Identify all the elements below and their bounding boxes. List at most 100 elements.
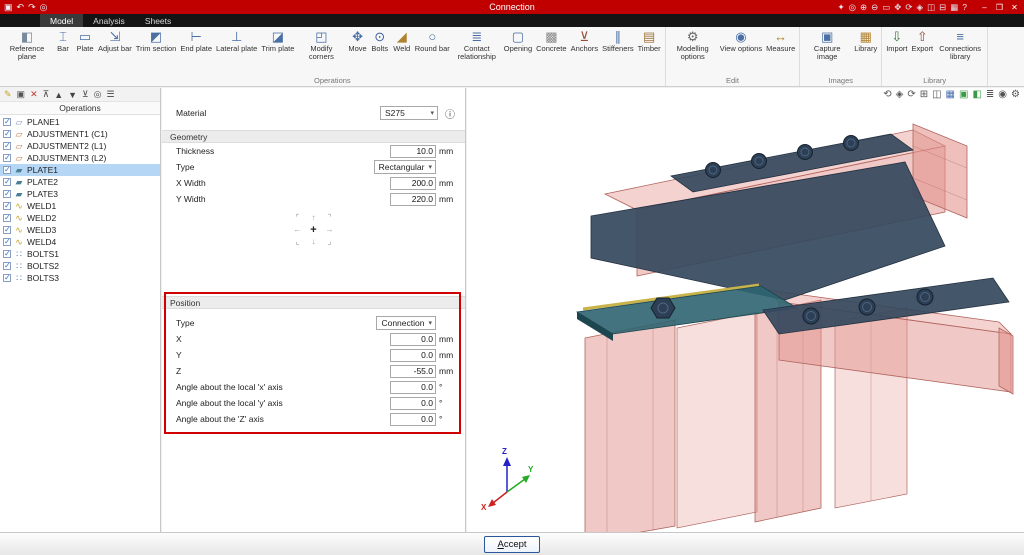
- rotate-view-icon[interactable]: ⟳: [907, 89, 915, 100]
- view-cube-icon[interactable]: ◈: [917, 2, 924, 13]
- search-icon[interactable]: ◎: [849, 2, 856, 13]
- checkbox-plate3[interactable]: [3, 190, 11, 198]
- move-down-icon[interactable]: ▼: [68, 90, 77, 100]
- ribbon-button-measure[interactable]: ↔Measure: [764, 27, 797, 53]
- orbit-icon[interactable]: ⟳: [905, 2, 912, 13]
- checkbox-weld4[interactable]: [3, 238, 11, 246]
- delete-icon[interactable]: ✕: [30, 89, 38, 100]
- ribbon-button-round-bar[interactable]: ○Round bar: [413, 27, 452, 53]
- anchor-cell-7[interactable]: ↓: [306, 237, 322, 249]
- tree-item-weld4[interactable]: ∿WELD4: [0, 236, 160, 248]
- tree-item-bolts2[interactable]: ∷BOLTS2: [0, 260, 160, 272]
- assistant-icon[interactable]: ✦: [837, 2, 844, 13]
- ribbon-button-trim-section[interactable]: ◩Trim section: [134, 27, 179, 53]
- tree-item-plate2[interactable]: ▰PLATE2: [0, 176, 160, 188]
- checkbox-bolts3[interactable]: [3, 274, 11, 282]
- tab-analysis[interactable]: Analysis: [83, 14, 135, 27]
- steel-connection-model[interactable]: [467, 88, 1024, 532]
- x-width-input[interactable]: [390, 177, 436, 190]
- ribbon-button-opening[interactable]: ▢Opening: [502, 27, 534, 53]
- tree-item-plate3[interactable]: ▰PLATE3: [0, 188, 160, 200]
- collapse-all-icon[interactable]: ⊻: [82, 89, 89, 100]
- checkbox-plate1[interactable]: [3, 166, 11, 174]
- help-icon[interactable]: ?: [962, 2, 967, 13]
- search-icon[interactable]: ◎: [94, 89, 102, 100]
- ribbon-button-timber[interactable]: ▤Timber: [636, 27, 663, 53]
- tree-item-adjustment1-c1[interactable]: ▱ADJUSTMENT1 (C1): [0, 128, 160, 140]
- ribbon-button-adjust-bar[interactable]: ⇲Adjust bar: [96, 27, 134, 53]
- ribbon-button-weld[interactable]: ◢Weld: [391, 27, 413, 53]
- layers-icon[interactable]: ≣: [986, 89, 994, 100]
- find-icon[interactable]: ◎: [40, 2, 48, 13]
- y-width-input[interactable]: [390, 193, 436, 206]
- ribbon-button-bar[interactable]: ⌶Bar: [52, 27, 74, 53]
- tree-item-plane1[interactable]: ▱PLANE1: [0, 116, 160, 128]
- tree-item-adjustment3-l2[interactable]: ▱ADJUSTMENT3 (L2): [0, 152, 160, 164]
- redo-icon[interactable]: ↷: [28, 2, 36, 13]
- accept-button[interactable]: Accept: [484, 536, 540, 553]
- ribbon-button-modelling-options[interactable]: ⚙Modelling options: [668, 27, 718, 61]
- anchor-cell-0[interactable]: ⌜: [290, 213, 306, 225]
- checkbox-adjustment1-c1[interactable]: [3, 130, 11, 138]
- zoom-extents-icon[interactable]: ⊞: [920, 89, 928, 100]
- angle-about-the-local-y-axis-input[interactable]: [390, 397, 436, 410]
- move-up-icon[interactable]: ▲: [54, 90, 63, 100]
- checkbox-adjustment3-l2[interactable]: [3, 154, 11, 162]
- tab-sheets[interactable]: Sheets: [135, 14, 181, 27]
- type-select[interactable]: Rectangular▾: [374, 160, 436, 174]
- checkbox-plate2[interactable]: [3, 178, 11, 186]
- minimize-button[interactable]: –: [977, 3, 992, 12]
- ribbon-button-lateral-plate[interactable]: ⊥Lateral plate: [214, 27, 259, 53]
- transparency-icon[interactable]: ◧: [972, 89, 981, 100]
- ribbon-button-import[interactable]: ⇩Import: [884, 27, 909, 53]
- ribbon-button-move[interactable]: ✥Move: [346, 27, 368, 53]
- close-button[interactable]: ✕: [1007, 3, 1022, 12]
- ribbon-button-reference-plane[interactable]: ◧Reference plane: [2, 27, 52, 61]
- info-icon[interactable]: ⓘ: [445, 106, 455, 121]
- edit-icon[interactable]: ✎: [4, 89, 12, 100]
- ribbon-button-connections-library[interactable]: ≡Connections library: [935, 27, 985, 61]
- zoom-in-icon[interactable]: ⊕: [860, 2, 867, 13]
- anchor-cell-5[interactable]: →: [322, 225, 338, 237]
- settings-icon[interactable]: ⚙: [1011, 89, 1020, 100]
- ribbon-button-view-options[interactable]: ◉View options: [718, 27, 764, 53]
- split-horizontal-icon[interactable]: ◫: [927, 2, 935, 13]
- visibility-icon[interactable]: ◉: [998, 89, 1007, 100]
- tree-item-weld1[interactable]: ∿WELD1: [0, 200, 160, 212]
- copy-icon[interactable]: ▣: [17, 89, 26, 100]
- z-input[interactable]: [390, 365, 436, 378]
- angle-about-the-z-axis-input[interactable]: [390, 413, 436, 426]
- y-input[interactable]: [390, 349, 436, 362]
- isometric-view-icon[interactable]: ◈: [896, 89, 904, 100]
- tree-item-weld2[interactable]: ∿WELD2: [0, 212, 160, 224]
- ribbon-button-plate[interactable]: ▭Plate: [74, 27, 96, 53]
- checkbox-plane1[interactable]: [3, 118, 11, 126]
- anchor-cell-2[interactable]: ⌝: [322, 213, 338, 225]
- anchor-cell-8[interactable]: ⌟: [322, 237, 338, 249]
- zoom-out-icon[interactable]: ⊖: [871, 2, 878, 13]
- pan-icon[interactable]: ✥: [894, 2, 901, 13]
- ribbon-button-bolts[interactable]: ⊙Bolts: [369, 27, 391, 53]
- anchor-cell-3[interactable]: ←: [290, 225, 306, 237]
- checkbox-adjustment2-l1[interactable]: [3, 142, 11, 150]
- split-vertical-icon[interactable]: ⊟: [939, 2, 946, 13]
- tree-item-adjustment2-l1[interactable]: ▱ADJUSTMENT2 (L1): [0, 140, 160, 152]
- ribbon-button-contact-relationship[interactable]: ≣Contact relationship: [452, 27, 502, 61]
- expand-all-icon[interactable]: ⊼: [43, 89, 50, 100]
- wireframe-icon[interactable]: ▦: [946, 89, 955, 100]
- anchor-cell-6[interactable]: ⌞: [290, 237, 306, 249]
- material-select[interactable]: S275 ▾: [380, 106, 438, 120]
- checkbox-bolts2[interactable]: [3, 262, 11, 270]
- type-select[interactable]: Connection▾: [376, 316, 436, 330]
- viewport-3d[interactable]: ⟲◈⟳⊞◫▦▣◧≣◉⚙: [467, 88, 1024, 532]
- checkbox-weld2[interactable]: [3, 214, 11, 222]
- anchor-cell-4[interactable]: +: [306, 225, 322, 237]
- ribbon-button-library[interactable]: ▦Library: [852, 27, 879, 53]
- undo-icon[interactable]: ↶: [17, 2, 25, 13]
- checkbox-weld3[interactable]: [3, 226, 11, 234]
- layout-icon[interactable]: ▦: [950, 2, 958, 13]
- thickness-input[interactable]: [390, 145, 436, 158]
- ribbon-button-export[interactable]: ⇧Export: [909, 27, 935, 53]
- tree-item-bolts3[interactable]: ∷BOLTS3: [0, 272, 160, 284]
- maximize-button[interactable]: ❐: [992, 3, 1007, 12]
